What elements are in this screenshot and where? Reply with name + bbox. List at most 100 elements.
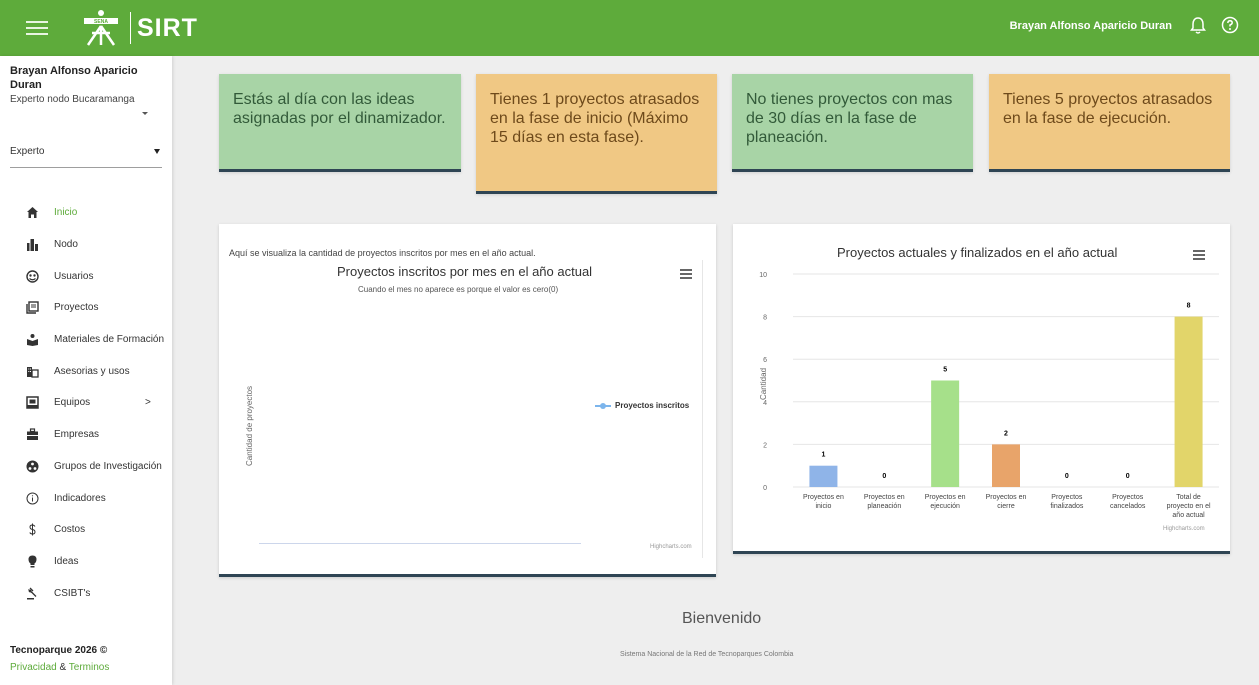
sidebar-item-empresas[interactable]: Empresas — [0, 419, 172, 451]
footer-ampersand: & — [59, 662, 67, 673]
home-icon — [26, 206, 39, 219]
alert-card-ejecucion: Tienes 5 proyectos atrasados en la fase … — [989, 74, 1230, 172]
x-tick-label: ejecución — [930, 503, 960, 510]
sidebar-item-proyectos[interactable]: Proyectos — [0, 292, 172, 324]
sirt-logo[interactable]: SENA SIRT — [78, 8, 198, 48]
y-tick-label: 0 — [763, 485, 767, 492]
privacy-link[interactable]: Privacidad — [10, 662, 57, 673]
sidebar-item-label: Ideas — [54, 555, 79, 567]
welcome-heading: Bienvenido — [682, 610, 762, 627]
welcome-tagline: Sistema Nacional de la Red de Tecnoparqu… — [620, 651, 794, 658]
sidebar: Brayan Alfonso Aparicio Duran Experto no… — [0, 56, 172, 685]
top-user-name[interactable]: Brayan Alfonso Aparicio Duran — [1010, 20, 1172, 32]
bar — [931, 380, 960, 487]
alert-text: Estás al día con las ideas asignadas por… — [233, 91, 446, 127]
users-icon — [26, 270, 39, 283]
y-tick-label: 8 — [763, 315, 767, 322]
chart-panel-inscritos: Aquí se visualiza la cantidad de proyect… — [219, 224, 716, 577]
notifications-bell-icon[interactable] — [1189, 16, 1207, 36]
x-tick-label: Proyectos en — [925, 494, 966, 501]
data-label: 0 — [1126, 473, 1130, 480]
y-tick-label: 2 — [763, 442, 767, 449]
building-icon — [26, 238, 39, 252]
alert-card-planeacion: No tienes proyectos con mas de 30 días e… — [732, 74, 973, 172]
domain-icon — [26, 365, 39, 378]
legend-line-marker-icon — [595, 402, 611, 409]
logo-divider — [130, 12, 131, 44]
sidebar-item-label: Usuarios — [54, 270, 94, 282]
chart-credits[interactable]: Highcharts.com — [650, 544, 692, 550]
alert-card-ideas: Estás al día con las ideas asignadas por… — [219, 74, 461, 172]
sirt-wordmark: SIRT — [137, 15, 198, 41]
sidebar-item-equipos[interactable]: Equipos > — [0, 387, 172, 419]
sidebar-nav: Inicio Nodo Usuarios Proyectos Materiale… — [0, 197, 172, 609]
data-label: 2 — [1004, 430, 1008, 437]
sidebar-item-label: CSIBT's — [54, 587, 91, 599]
data-label: 1 — [821, 452, 825, 459]
sidebar-item-ideas[interactable]: Ideas — [0, 546, 172, 578]
sidebar-item-label: Proyectos — [54, 302, 99, 314]
business-icon — [26, 428, 39, 441]
data-label: 5 — [943, 367, 947, 374]
bar — [1174, 316, 1203, 487]
data-label: 0 — [882, 473, 886, 480]
sidebar-item-label: Grupos de Investigación — [54, 460, 162, 472]
x-axis-line — [259, 543, 581, 544]
sidebar-item-usuarios[interactable]: Usuarios — [0, 260, 172, 292]
lightbulb-icon — [26, 555, 39, 568]
sidebar-item-materiales[interactable]: Materiales de Formación — [0, 324, 172, 356]
sidebar-item-inicio[interactable]: Inicio — [0, 197, 172, 229]
bar — [992, 444, 1020, 487]
sidebar-item-nodo[interactable]: Nodo — [0, 229, 172, 261]
footer-brand: Tecnoparque 2026 © — [10, 645, 108, 656]
x-tick-label: cancelados — [1110, 503, 1146, 510]
equipment-icon — [26, 396, 39, 410]
chevron-right-icon: > — [145, 397, 151, 409]
legend-item[interactable]: Proyectos inscritos — [595, 401, 689, 410]
chart-title: Proyectos inscritos por mes en el año ac… — [337, 264, 593, 279]
x-tick-label: año actual — [1172, 512, 1205, 519]
dollar-icon — [26, 523, 39, 536]
dropdown-arrow-icon — [154, 149, 160, 154]
y-tick-label: 10 — [759, 272, 767, 279]
sidebar-item-label: Equipos — [54, 397, 91, 409]
sidebar-user-role[interactable]: Experto nodo Bucaramanga — [10, 94, 135, 105]
role-caret-icon[interactable] — [142, 112, 148, 115]
bar — [809, 465, 838, 487]
chart-description: Aquí se visualiza la cantidad de proyect… — [229, 248, 536, 258]
sidebar-item-label: Empresas — [54, 429, 100, 441]
help-icon[interactable] — [1221, 16, 1239, 34]
data-label: 0 — [1065, 473, 1069, 480]
sidebar-item-asesorias[interactable]: Asesorias y usos — [0, 355, 172, 387]
alert-text: No tienes proyectos con mas de 30 días e… — [746, 91, 953, 146]
sidebar-item-indicadores[interactable]: Indicadores — [0, 482, 172, 514]
chart-panel-proyectos: Proyectos actuales y finalizados en el a… — [733, 224, 1230, 554]
x-tick-label: Total de — [1176, 494, 1201, 501]
x-tick-label: finalizados — [1050, 503, 1084, 510]
chart-menu-icon[interactable] — [680, 269, 692, 279]
sidebar-item-csibts[interactable]: CSIBT's — [0, 577, 172, 609]
x-tick-label: Proyectos en — [864, 494, 905, 501]
sidebar-item-label: Asesorias y usos — [54, 365, 130, 377]
sidebar-item-label: Costos — [54, 524, 86, 536]
chart-credits[interactable]: Highcharts.com — [1163, 526, 1205, 532]
role-select[interactable]: Experto — [10, 142, 162, 168]
alert-text: Tienes 5 proyectos atrasados en la fase … — [1003, 91, 1213, 127]
sidebar-item-grupos[interactable]: Grupos de Investigación — [0, 451, 172, 483]
role-select-value: Experto — [10, 146, 45, 157]
alert-text: Tienes 1 proyectos atrasados en la fase … — [490, 91, 700, 146]
x-tick-label: cierre — [997, 503, 1015, 510]
sidebar-item-label: Materiales de Formación — [54, 334, 165, 346]
x-tick-label: planeación — [867, 503, 901, 510]
sidebar-item-costos[interactable]: Costos — [0, 514, 172, 546]
terms-link[interactable]: Terminos — [69, 662, 110, 673]
sidebar-item-label: Inicio — [54, 207, 78, 219]
sena-logo-icon: SENA — [78, 9, 124, 47]
x-tick-label: inicio — [815, 503, 831, 510]
library-icon — [26, 301, 39, 315]
data-label: 8 — [1187, 303, 1191, 310]
menu-icon[interactable] — [26, 21, 48, 35]
alert-card-inicio: Tienes 1 proyectos atrasados en la fase … — [476, 74, 717, 194]
x-tick-label: Proyectos — [1112, 494, 1144, 501]
sidebar-footer: Tecnoparque 2026 © Privacidad & Terminos — [10, 642, 109, 676]
